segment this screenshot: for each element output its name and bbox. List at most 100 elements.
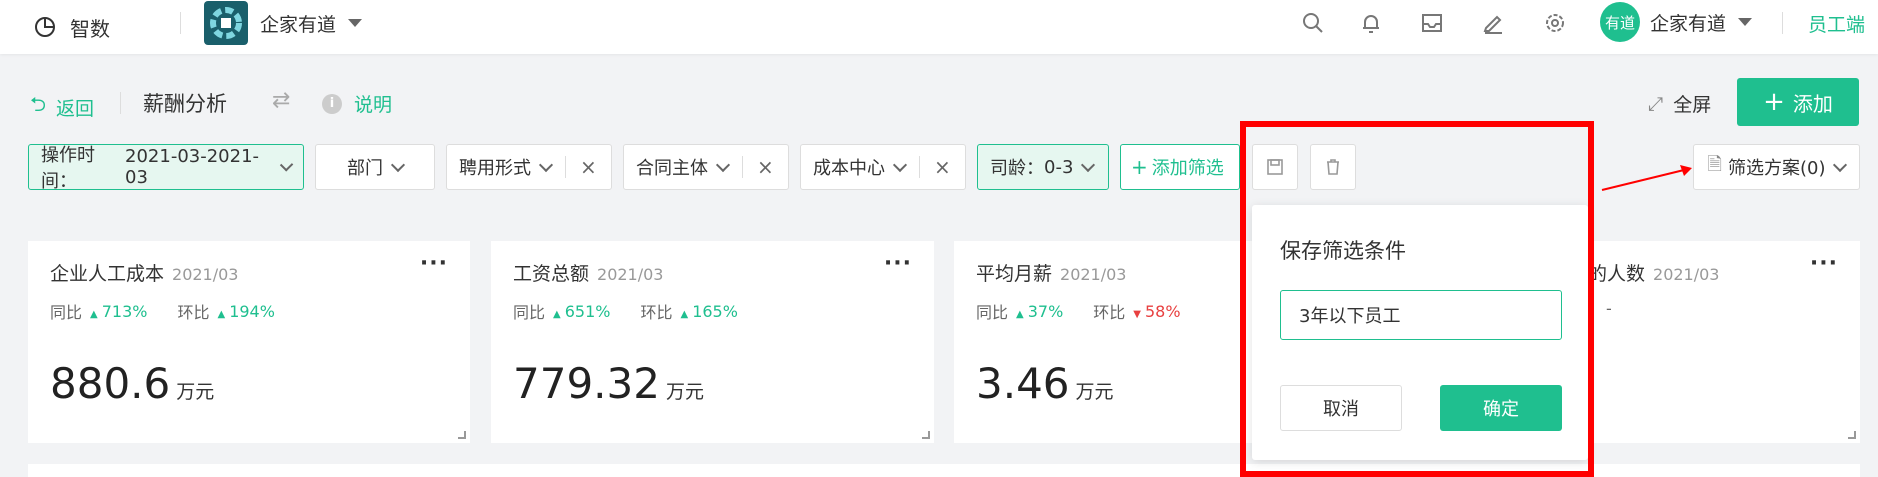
page-title: 薪酬分析 <box>143 92 227 116</box>
more-icon[interactable]: ··· <box>420 251 448 276</box>
filter-label: 合同主体 <box>636 158 708 179</box>
yoy-change: 37% <box>1016 302 1064 321</box>
card-unit: 万元 <box>176 381 215 403</box>
add-filter-button[interactable]: + 添加筛选 <box>1120 144 1240 190</box>
resize-handle[interactable] <box>922 431 930 439</box>
resize-handle[interactable] <box>458 431 466 439</box>
add-button[interactable]: + 添加 <box>1737 78 1859 126</box>
yoy-change: 713% <box>90 302 148 321</box>
brand[interactable]: 智数 <box>34 10 110 44</box>
card-value: 3.46 万元 <box>976 359 1114 408</box>
card-unit: 万元 <box>1075 381 1114 403</box>
card-unit: 万元 <box>665 381 704 403</box>
divider <box>565 156 566 178</box>
annotation-arrow-icon <box>1601 165 1692 191</box>
resize-handle[interactable] <box>1848 431 1856 439</box>
plus-icon: + <box>1131 155 1148 179</box>
close-icon[interactable]: × <box>757 155 774 179</box>
chevron-down-icon <box>1833 157 1848 172</box>
card-date: 2021/03 <box>172 265 239 284</box>
staff-portal-link[interactable]: 员工端 <box>1808 10 1865 37</box>
filter-label: 聘用形式 <box>459 158 531 179</box>
bell-icon[interactable] <box>1358 10 1384 36</box>
pie-chart-icon <box>35 17 55 37</box>
divider <box>120 92 121 114</box>
user-menu[interactable]: 有道 企家有道 <box>1600 2 1753 42</box>
divider <box>919 156 920 178</box>
metric-card-total-wages: 工资总额2021/03 ··· 同比651% 环比165% 779.32万元 <box>491 241 934 443</box>
card-title: 工资总额 2021/03 <box>513 263 664 285</box>
filter-department[interactable]: 部门 <box>315 144 435 190</box>
top-nav-bar: 智数 企家有道 有道 企家有道 员工端 <box>0 0 1878 54</box>
expand-icon: ⤢ <box>1648 92 1664 115</box>
divider <box>1782 12 1783 34</box>
caret-down-icon <box>348 19 363 27</box>
card-date: 2021/03 <box>1060 265 1127 284</box>
filter-value: 2021-03-2021-03 <box>125 146 260 188</box>
chevron-down-icon <box>715 157 731 172</box>
org-switcher[interactable]: 企家有道 <box>204 1 363 45</box>
avatar: 有道 <box>1600 2 1640 42</box>
chevron-down-icon <box>538 157 554 172</box>
add-filter-label: 添加筛选 <box>1151 158 1224 179</box>
document-icon: 🗎 <box>1707 154 1722 175</box>
close-icon[interactable]: × <box>580 155 597 179</box>
org-logo <box>204 1 248 45</box>
card-comparison: 同比651% 环比165% <box>513 299 768 323</box>
close-icon[interactable]: × <box>934 155 951 179</box>
org-name: 企家有道 <box>260 13 337 36</box>
chevron-down-icon <box>390 157 406 172</box>
mom-change: 165% <box>680 302 738 321</box>
gear-icon[interactable] <box>1542 10 1568 36</box>
caret-down-icon <box>1738 18 1753 26</box>
mom-change: 58% <box>1133 302 1181 321</box>
divider <box>742 156 743 178</box>
filter-cost-center[interactable]: 成本中心 × <box>800 144 966 190</box>
card-value: 880.6 万元 <box>50 359 215 408</box>
filter-label: 司龄： <box>990 158 1044 179</box>
user-name: 企家有道 <box>1650 12 1727 35</box>
description-label: 说明 <box>354 94 393 116</box>
filter-scheme-dropdown[interactable]: 🗎 筛选方案(0) <box>1693 144 1860 190</box>
filter-label: 成本中心 <box>813 158 885 179</box>
filter-contract-entity[interactable]: 合同主体 × <box>623 144 789 190</box>
card-title: 平均月薪 2021/03 <box>976 263 1127 285</box>
filter-bar: 操作时间： 2021-03-2021-03 部门 聘用形式 × 合同主体 × 成… <box>0 144 1878 192</box>
fullscreen-label: 全屏 <box>1673 94 1712 116</box>
filter-label: 操作时间： <box>41 145 95 192</box>
back-button[interactable]: ⮌ 返回 <box>30 90 94 124</box>
card-comparison: - <box>1606 299 1612 318</box>
filter-tenure[interactable]: 司龄： 0-3 <box>977 144 1109 190</box>
plus-icon: + <box>1763 87 1785 117</box>
brand-name: 智数 <box>70 16 110 41</box>
fullscreen-button[interactable]: ⤢ 全屏 <box>1648 90 1711 117</box>
card-value: 779.32 万元 <box>513 359 704 408</box>
more-icon[interactable]: ··· <box>884 251 912 276</box>
card-comparison: 同比37% 环比58% <box>976 299 1181 323</box>
edit-icon[interactable] <box>1480 10 1506 36</box>
inbox-icon[interactable] <box>1419 10 1445 36</box>
card-date: 2021/03 <box>597 265 664 284</box>
filter-hire-form[interactable]: 聘用形式 × <box>446 144 612 190</box>
scheme-label: 筛选方案(0) <box>1727 158 1826 179</box>
filter-operation-time[interactable]: 操作时间： 2021-03-2021-03 <box>28 144 304 192</box>
description-link[interactable]: i 说明 <box>322 90 392 117</box>
mom-change: 194% <box>217 302 275 321</box>
add-label: 添加 <box>1792 91 1833 116</box>
more-icon[interactable]: ··· <box>1810 251 1838 276</box>
card-date: 2021/03 <box>1653 265 1720 284</box>
chevron-down-icon <box>1081 157 1096 172</box>
filter-label: 部门 <box>347 158 383 179</box>
metric-card-labor-cost: 企业人工成本2021/03 ··· 同比713% 环比194% 880.6万元 <box>28 241 470 443</box>
card-title: 企业人工成本 2021/03 <box>50 263 239 285</box>
search-icon[interactable] <box>1300 10 1326 36</box>
yoy-change: 651% <box>553 302 611 321</box>
card-comparison: 同比713% 环比194% <box>50 299 305 323</box>
divider <box>180 12 181 34</box>
card-title: 的人数 2021/03 <box>1588 263 1720 285</box>
page-header: ⮌ 返回 薪酬分析 ⇄ i 说明 ⤢ 全屏 + 添加 <box>0 78 1878 126</box>
swap-icon[interactable]: ⇄ <box>272 88 290 113</box>
chevron-down-icon <box>892 157 908 172</box>
filter-value: 0-3 <box>1044 156 1074 178</box>
annotation-highlight-box <box>1240 121 1594 477</box>
